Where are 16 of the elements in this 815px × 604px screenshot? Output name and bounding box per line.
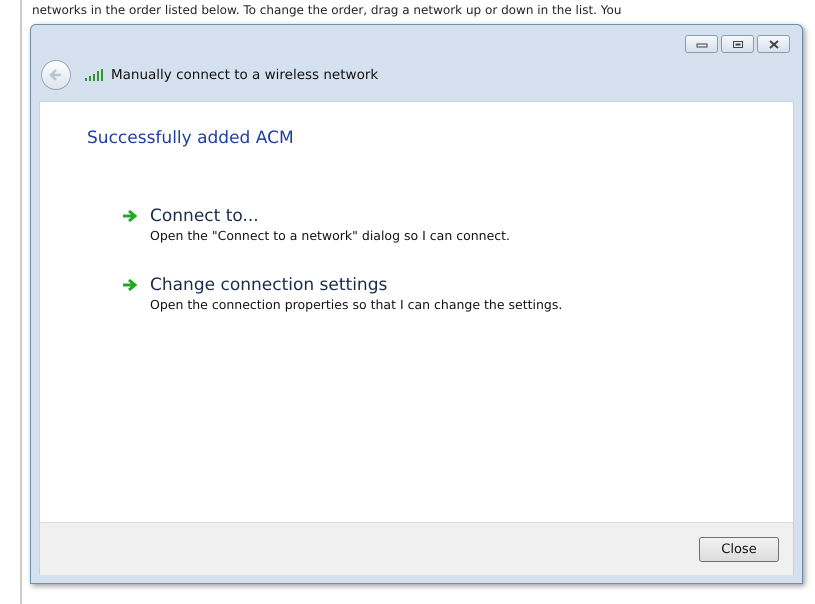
arrow-icon [122,278,138,292]
signal-bars-icon [85,69,103,81]
maximize-icon [732,40,744,48]
arrow-icon [122,209,138,223]
option-description: Open the connection properties so that I can change the settings. [150,297,562,312]
close-icon [768,40,780,48]
option-link[interactable]: Change connection settings [150,275,388,295]
close-button[interactable]: Close [699,536,779,562]
option-link[interactable]: Connect to... [150,206,259,226]
option-description: Open the "Connect to a network" dialog so I can connect. [150,228,510,243]
close-window-button[interactable] [757,35,790,53]
success-heading: Successfully added ACM [87,128,295,148]
background-text: networks in the order listed below. To change the order, drag a network up or down in the list. You [31,2,622,18]
maximize-button[interactable] [721,35,754,53]
window-title: Manually connect to a wireless network [111,67,378,83]
minimize-button[interactable] [685,35,718,53]
